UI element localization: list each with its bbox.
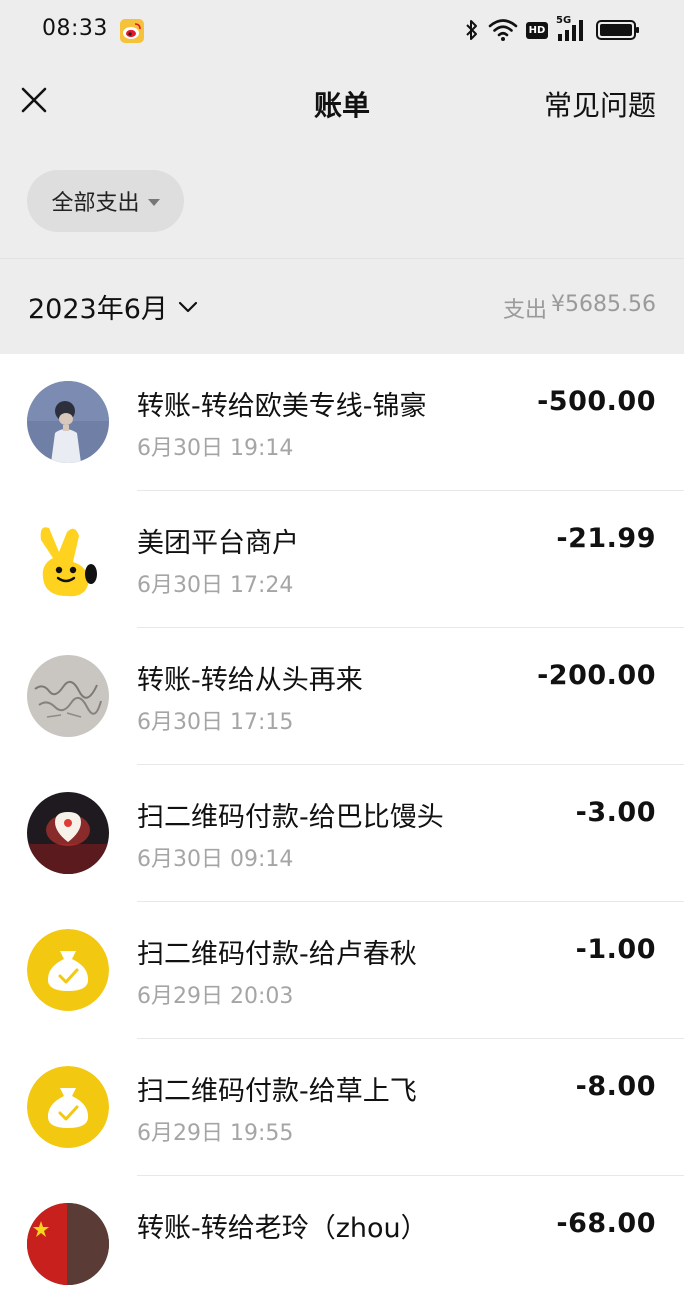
caret-down-icon: [147, 198, 160, 206]
month-expense-summary: 支出 ¥5685.56: [503, 292, 656, 324]
transaction-time: 6月29日 19:55: [137, 1121, 294, 1146]
transaction-time: 6月30日 17:24: [137, 573, 294, 598]
expense-filter-dropdown[interactable]: 全部支出: [27, 170, 184, 232]
summary-label: 支出: [503, 298, 548, 323]
avatar: [27, 381, 109, 463]
wifi-icon: [488, 19, 518, 41]
transaction-amount: -1.00: [575, 934, 656, 965]
transaction-time: 6月30日 17:15: [137, 710, 294, 735]
transaction-title: 转账-转给从头再来: [137, 665, 363, 696]
transaction-time: 6月29日 20:03: [137, 984, 294, 1009]
weibo-notification-icon: [120, 19, 144, 43]
portrait-photo: [27, 381, 109, 463]
transaction-item[interactable]: 美团平台商户 6月30日 17:24 -21.99: [0, 491, 684, 628]
status-icons: HD 5G: [464, 14, 640, 46]
month-label: 2023年6月: [28, 294, 168, 325]
babi-store-logo: [27, 792, 109, 874]
transaction-item[interactable]: 扫二维码付款-给草上飞 6月29日 19:55 -8.00: [0, 1039, 684, 1176]
avatar: [27, 1066, 109, 1148]
transaction-title: 扫二维码付款-给草上飞: [137, 1076, 417, 1107]
transaction-amount: -200.00: [537, 660, 656, 691]
transaction-amount: -8.00: [575, 1071, 656, 1102]
transaction-item[interactable]: 扫二维码付款-给巴比馒头 6月30日 09:14 -3.00: [0, 765, 684, 902]
transaction-list: 转账-转给欧美专线-锦豪 6月30日 19:14 -500.00 美团平台商户 …: [0, 354, 684, 1313]
battery-icon: [596, 20, 639, 40]
transaction-title: 美团平台商户: [137, 528, 299, 559]
flag-photo: [27, 1203, 109, 1285]
transaction-item[interactable]: 扫二维码付款-给卢春秋 6月29日 20:03 -1.00: [0, 902, 684, 1039]
status-time: 08:33: [42, 16, 108, 41]
transaction-amount: -3.00: [575, 797, 656, 828]
bluetooth-icon: [466, 20, 477, 40]
navigation-bar: 账单 常见问题: [0, 62, 684, 142]
faq-link[interactable]: 常见问题: [544, 84, 656, 124]
transaction-title: 扫二维码付款-给卢春秋: [137, 939, 417, 970]
month-selector[interactable]: 2023年6月: [28, 287, 198, 326]
avatar: [27, 1203, 109, 1285]
status-bar: 08:33 HD 5G: [0, 0, 684, 62]
calligraphy-photo: [27, 655, 109, 737]
avatar: [27, 929, 109, 1011]
avatar: [27, 655, 109, 737]
summary-value: ¥5685.56: [551, 292, 656, 317]
transaction-amount: -500.00: [537, 386, 656, 417]
header-area: 08:33 HD 5G 账单 常见问题 全部支出: [0, 0, 684, 258]
transaction-time: 6月30日 09:14: [137, 847, 294, 872]
filter-label: 全部支出: [51, 191, 140, 216]
transaction-title: 扫二维码付款-给巴比馒头: [137, 802, 444, 833]
transaction-title: 转账-转给老玲（zhou）: [137, 1213, 428, 1244]
transaction-time: 6月30日 19:14: [137, 436, 294, 461]
transaction-item[interactable]: 转账-转给老玲（zhou） -68.00: [0, 1176, 684, 1313]
transaction-amount: -21.99: [556, 523, 656, 554]
money-bag-icon: [27, 929, 109, 1011]
transaction-title: 转账-转给欧美专线-锦豪: [137, 391, 427, 422]
transaction-item[interactable]: 转账-转给从头再来 6月30日 17:15 -200.00: [0, 628, 684, 765]
hd-badge: HD: [526, 21, 548, 39]
transaction-item[interactable]: 转账-转给欧美专线-锦豪 6月30日 19:14 -500.00: [0, 354, 684, 491]
meituan-mascot-icon: [27, 518, 109, 600]
money-bag-icon: [27, 1066, 109, 1148]
avatar: [27, 518, 109, 600]
chevron-down-icon: [178, 301, 198, 312]
signal-bars-icon: [558, 20, 583, 41]
signal-indicator: 5G: [556, 15, 588, 42]
month-bar: 2023年6月 支出 ¥5685.56: [0, 258, 684, 354]
avatar: [27, 792, 109, 874]
